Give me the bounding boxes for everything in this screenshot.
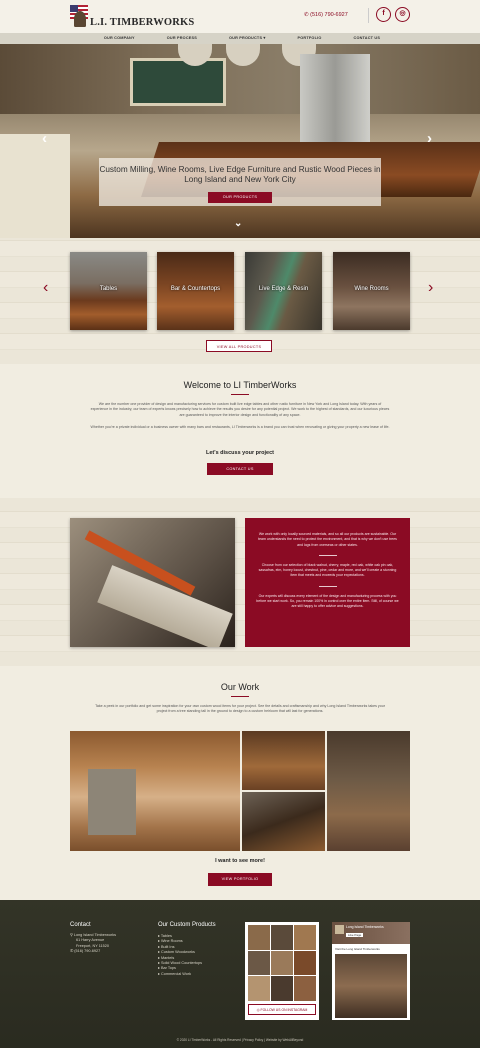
footer-products-title: Our Custom Products <box>158 922 216 928</box>
address-line-3: Freeport, NY 11520 <box>76 943 109 948</box>
nav-our-process[interactable]: OUR PROCESS <box>167 33 197 44</box>
see-more-heading: I want to see more! <box>215 858 265 864</box>
footer-product-link[interactable]: ▸ Commercial Work <box>158 972 202 977</box>
welcome-paragraph-1: We are the number one provider of design… <box>90 402 390 417</box>
main-nav: OUR COMPANY OUR PROCESS OUR PRODUCTS ▾ P… <box>0 33 480 44</box>
phone-icon: ✆ <box>304 12 309 18</box>
materials-paragraph-3: Our experts will discuss every element o… <box>256 593 399 609</box>
title-underline <box>231 394 249 395</box>
site-header: L.I. TIMBERWORKS ✆ (516) 790-6927 f ◎ <box>0 0 480 33</box>
title-underline <box>231 696 249 697</box>
categories-prev-arrow-icon[interactable]: ‹ <box>43 279 48 297</box>
address-line-2: 61 Harry Avenue <box>76 938 105 943</box>
follow-instagram-button[interactable]: ◎ FOLLOW US ON INSTAGRAM <box>248 1004 316 1015</box>
categories-next-arrow-icon[interactable]: › <box>428 279 433 297</box>
fb-post-text: Visit the Long Island Timberworks <box>335 947 380 951</box>
site-logo[interactable]: L.I. TIMBERWORKS <box>70 5 194 29</box>
fb-avatar <box>335 925 344 934</box>
instagram-grid <box>248 925 316 1001</box>
instagram-thumb[interactable] <box>248 976 270 1001</box>
footer-address: ⚲ Long Island Timberworks 61 Harry Avenu… <box>70 933 116 955</box>
separator <box>318 554 337 556</box>
category-label: Tables <box>99 286 118 292</box>
site-footer: Contact ⚲ Long Island Timberworks 61 Har… <box>0 900 480 1048</box>
nav-our-products[interactable]: OUR PRODUCTS ▾ <box>229 33 266 44</box>
hero-next-arrow-icon[interactable]: › <box>427 130 432 147</box>
category-card-wine-rooms[interactable]: Wine Rooms <box>333 252 410 330</box>
hero-prev-arrow-icon[interactable]: ‹ <box>42 130 47 147</box>
logo-text: L.I. TIMBERWORKS <box>90 17 195 28</box>
instagram-icon[interactable]: ◎ <box>395 7 410 22</box>
facebook-icon[interactable]: f <box>376 7 391 22</box>
instagram-thumb[interactable] <box>294 950 316 976</box>
our-work-section: Our Work Take a peek in our portfolio an… <box>0 666 480 900</box>
separator <box>318 585 337 587</box>
tree-icon <box>74 11 86 27</box>
phone-icon: ✆ <box>70 949 74 954</box>
portfolio-photo-wine-room[interactable] <box>327 731 410 851</box>
category-label: Live Edge & Resin <box>258 286 309 292</box>
nav-our-company[interactable]: OUR COMPANY <box>104 33 135 44</box>
fb-post-image[interactable] <box>335 954 407 1018</box>
header-phone[interactable]: ✆ (516) 790-6927 <box>304 12 348 18</box>
address-line-1: Long Island Timberworks <box>73 933 117 937</box>
nav-portfolio[interactable]: PORTFOLIO <box>298 33 322 44</box>
discuss-project-heading: Let's discuss your project <box>206 450 274 456</box>
product-categories: ‹ Tables Bar & Countertops Live Edge & R… <box>0 238 480 364</box>
view-all-products-button[interactable]: VIEW ALL PRODUCTS <box>206 340 272 352</box>
hero-heading: Custom Milling, Wine Rooms, Live Edge Fu… <box>99 165 381 184</box>
sawmill-photo <box>70 518 235 647</box>
instagram-thumb[interactable] <box>271 976 293 1001</box>
instagram-thumb[interactable] <box>294 925 316 950</box>
stone-fireplace <box>88 769 136 835</box>
copyright-text: © 2020 LI TimberWorks - All Rights Reser… <box>176 1038 304 1042</box>
welcome-section: Welcome to LI TimberWorks We are the num… <box>0 364 480 498</box>
our-products-button[interactable]: OUR PRODUCTS <box>208 192 272 203</box>
instagram-thumb[interactable] <box>271 925 293 950</box>
contact-us-button[interactable]: CONTACT US <box>207 463 273 475</box>
fb-like-button[interactable]: Like Page <box>346 933 364 937</box>
category-card-live-edge-resin[interactable]: Live Edge & Resin <box>245 252 322 330</box>
materials-info-box: We work with only locally sourced materi… <box>245 518 410 647</box>
materials-section: We work with only locally sourced materi… <box>0 498 480 666</box>
category-label: Wine Rooms <box>354 286 389 292</box>
materials-paragraph-2: Choose from our selection of black walnu… <box>258 562 397 578</box>
footer-phone[interactable]: (516) 790-6927 <box>74 949 100 953</box>
portfolio-photo-bar[interactable] <box>242 731 325 790</box>
fb-page-name[interactable]: Long Island Timberworks <box>346 925 384 929</box>
follow-instagram-label: FOLLOW US ON INSTAGRAM <box>260 1008 308 1012</box>
instagram-thumb[interactable] <box>248 950 270 976</box>
welcome-paragraph-2: Whether you're a private individual or a… <box>90 425 390 429</box>
portfolio-photo-table[interactable] <box>242 792 325 851</box>
header-phone-number: (516) 790-6927 <box>310 12 348 18</box>
location-pin-icon: ⚲ <box>70 933 73 937</box>
category-card-bar-countertops[interactable]: Bar & Countertops <box>157 252 234 330</box>
instagram-thumb[interactable] <box>294 976 316 1001</box>
hero-overlay: Custom Milling, Wine Rooms, Live Edge Fu… <box>99 158 381 206</box>
materials-paragraph-1: We work with only locally sourced materi… <box>258 532 397 547</box>
view-portfolio-button[interactable]: VIEW PORTFOLIO <box>208 873 272 886</box>
instagram-icon: ◎ <box>256 1008 260 1012</box>
nav-contact-us[interactable]: CONTACT US <box>354 33 381 44</box>
our-work-title: Our Work <box>220 682 260 692</box>
scroll-down-icon[interactable]: ⌄ <box>234 218 242 229</box>
portfolio-photo-timber-home[interactable] <box>70 731 240 851</box>
category-card-tables[interactable]: Tables <box>70 252 147 330</box>
instagram-thumb[interactable] <box>271 950 293 976</box>
our-work-text: Take a peek in our portfolio and get som… <box>95 704 385 714</box>
facebook-page-widget: Long Island Timberworks Like Page Visit … <box>332 922 410 1020</box>
instagram-thumb[interactable] <box>248 925 270 950</box>
hero-slider: ‹ › ⌄ Custom Milling, Wine Rooms, Live E… <box>0 44 480 238</box>
footer-products-list: ▸ Tables ▸ Wine Rooms ▸ Built Ins ▸ Cust… <box>158 934 202 977</box>
footer-contact-title: Contact <box>70 922 91 928</box>
hero-image-window <box>130 58 226 106</box>
welcome-title: Welcome to LI TimberWorks <box>183 380 297 390</box>
hero-image-cabinet <box>0 134 70 238</box>
header-divider <box>368 8 369 23</box>
category-label: Bar & Countertops <box>170 286 221 292</box>
instagram-feed-widget: ◎ FOLLOW US ON INSTAGRAM <box>245 922 319 1020</box>
fb-cover: Long Island Timberworks Like Page <box>332 922 410 944</box>
